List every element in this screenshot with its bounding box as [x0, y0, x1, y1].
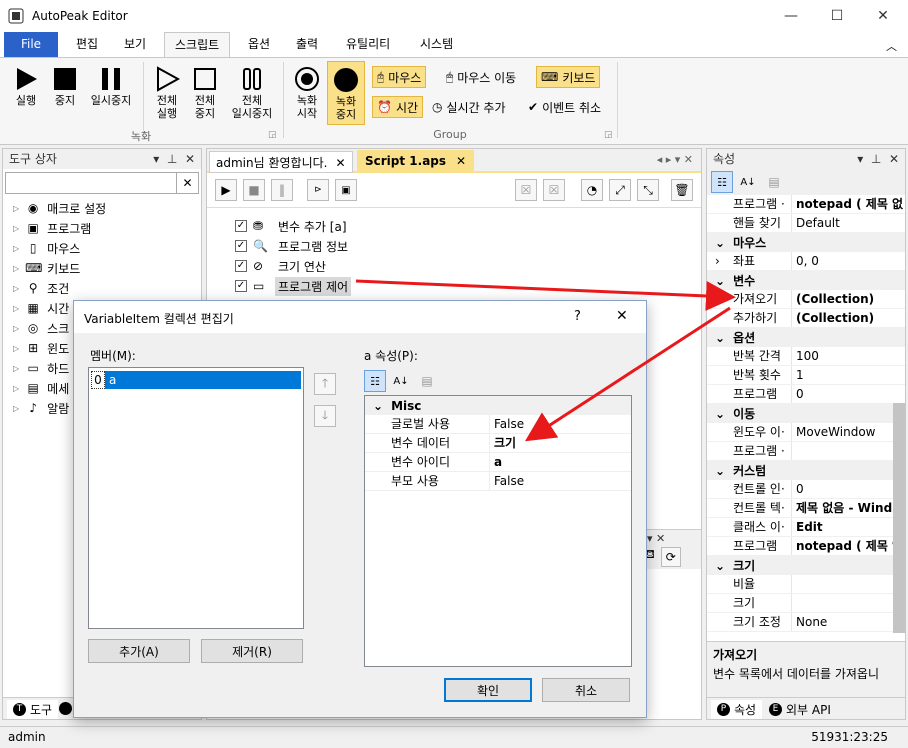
arrow-to-variable-data [524, 306, 731, 442]
arrow-to-collection [355, 279, 736, 311]
annotation-arrows [355, 279, 736, 442]
